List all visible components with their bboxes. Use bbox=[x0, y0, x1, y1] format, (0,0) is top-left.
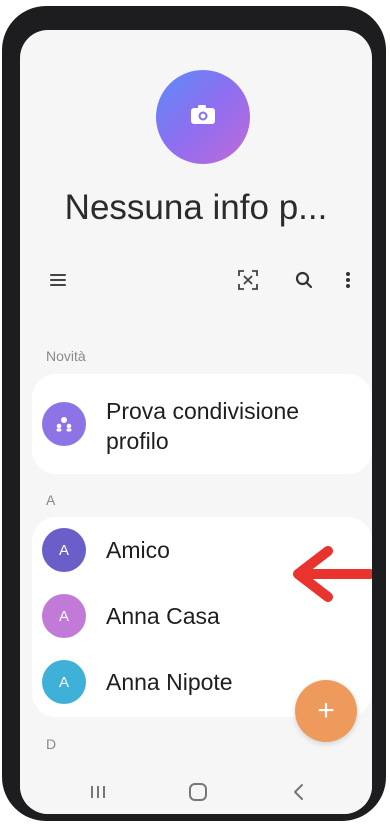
profile-name[interactable]: Nessuna info p... bbox=[20, 188, 372, 228]
people-share-icon bbox=[42, 402, 86, 446]
toolbar bbox=[20, 260, 372, 300]
home-icon[interactable] bbox=[178, 778, 218, 806]
contact-name: Anna Nipote bbox=[106, 669, 233, 695]
section-header-a: A bbox=[46, 492, 56, 508]
contact-name: Anna Casa bbox=[106, 603, 220, 629]
contact-avatar: A bbox=[42, 594, 86, 638]
share-profile-card[interactable]: Prova condivisione profilo bbox=[32, 374, 372, 474]
phone-frame: Nessuna info p... Novità Prova condivisi… bbox=[2, 6, 386, 821]
add-contact-button[interactable]: + bbox=[295, 680, 357, 742]
red-arrow-left-icon bbox=[288, 545, 372, 608]
navigation-bar bbox=[20, 770, 372, 814]
contact-avatar: A bbox=[42, 660, 86, 704]
more-vertical-icon[interactable] bbox=[332, 264, 364, 296]
profile-avatar[interactable] bbox=[156, 70, 250, 164]
search-icon[interactable] bbox=[288, 264, 320, 296]
recent-apps-icon[interactable] bbox=[78, 778, 118, 806]
qr-scan-icon[interactable] bbox=[232, 264, 264, 296]
contact-avatar: A bbox=[42, 528, 86, 572]
share-profile-line2: profilo bbox=[106, 428, 169, 454]
section-header-d: D bbox=[46, 736, 57, 752]
hamburger-menu-icon[interactable] bbox=[42, 264, 74, 296]
share-profile-line1: Prova condivisione bbox=[106, 398, 300, 424]
section-header-new: Novità bbox=[46, 348, 86, 364]
contact-name: Amico bbox=[106, 537, 170, 563]
share-profile-label: Prova condivisione profilo bbox=[106, 396, 299, 456]
screen: Nessuna info p... Novità Prova condivisi… bbox=[20, 30, 372, 814]
back-icon[interactable] bbox=[278, 778, 318, 806]
camera-icon bbox=[190, 104, 216, 130]
